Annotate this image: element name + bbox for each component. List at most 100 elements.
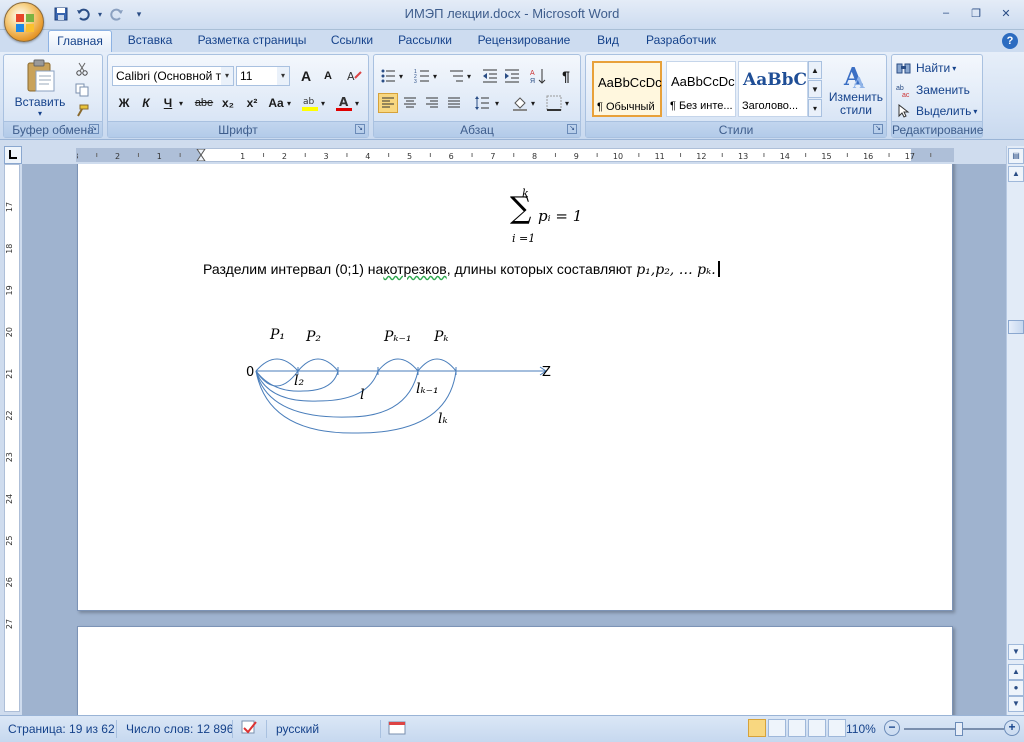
document-page-next[interactable] (77, 626, 953, 715)
save-icon[interactable] (52, 5, 70, 23)
customize-qat-icon[interactable]: ▾ (130, 5, 148, 23)
font-size-combo[interactable]: 11 ▾ (236, 66, 290, 86)
vertical-ruler[interactable]: 17 18 19 20 21 22 23 24 25 26 27 (4, 164, 20, 712)
tab-home[interactable]: Главная (48, 30, 112, 52)
font-color-icon[interactable]: A (334, 93, 354, 113)
tab-developer[interactable]: Разработчик (638, 30, 724, 52)
office-button[interactable] (4, 2, 44, 42)
superscript-button[interactable]: x² (242, 93, 262, 113)
document-area[interactable]: k ∑ i =1 pᵢ = 1 Разделим интервал (0;1) … (22, 164, 1006, 715)
previous-page-icon[interactable]: ▲ (1008, 664, 1024, 680)
tab-page-layout[interactable]: Разметка страницы (192, 30, 312, 52)
style-no-spacing[interactable]: AaBbCcDc ¶ Без инте... (666, 61, 736, 117)
close-button[interactable]: ✕ (992, 4, 1020, 22)
restore-button[interactable]: ❐ (962, 4, 990, 22)
tab-view[interactable]: Вид (590, 30, 626, 52)
body-paragraph[interactable]: Разделим интервал (0;1) накотрезков, дли… (203, 261, 720, 278)
numbering-icon[interactable]: 123 (412, 66, 432, 86)
shading-dropdown-icon[interactable]: ▾ (528, 93, 538, 113)
tab-selector[interactable] (4, 146, 22, 164)
undo-icon[interactable] (74, 5, 92, 23)
font-color-dropdown-icon[interactable]: ▾ (352, 93, 362, 113)
clear-formatting-icon[interactable]: A (344, 66, 364, 86)
increase-indent-icon[interactable] (502, 66, 522, 86)
print-layout-view-icon[interactable] (748, 719, 766, 737)
strikethrough-button[interactable]: abe (194, 93, 214, 113)
scroll-up-icon[interactable]: ▲ (1008, 166, 1024, 182)
line-spacing-dropdown-icon[interactable]: ▾ (492, 93, 502, 113)
highlight-dropdown-icon[interactable]: ▾ (318, 93, 328, 113)
line-spacing-icon[interactable] (472, 93, 492, 113)
copy-icon[interactable] (72, 80, 92, 100)
bullets-icon[interactable] (378, 66, 398, 86)
bold-button[interactable]: Ж (114, 93, 134, 113)
document-page[interactable]: k ∑ i =1 pᵢ = 1 Разделим интервал (0;1) … (77, 164, 953, 611)
language-indicator[interactable]: русский (276, 722, 319, 736)
next-page-icon[interactable]: ▼ (1008, 696, 1024, 712)
scroll-down-icon[interactable]: ▼ (1008, 644, 1024, 660)
ruler-toggle-icon[interactable]: ▤ (1008, 148, 1024, 164)
shrink-font-button[interactable]: A (318, 66, 338, 86)
horizontal-ruler[interactable]: 3211234567891011121314151617 (76, 148, 954, 162)
zoom-level[interactable]: 110% (846, 722, 876, 736)
find-button[interactable]: Найти ▾ (896, 59, 956, 77)
proofing-icon[interactable] (240, 720, 258, 739)
styles-more-icon[interactable]: ▾ (808, 99, 822, 117)
italic-button[interactable]: К (136, 93, 156, 113)
full-screen-reading-view-icon[interactable] (768, 719, 786, 737)
macro-record-icon[interactable] (388, 720, 406, 739)
multilevel-list-icon[interactable] (446, 66, 466, 86)
underline-button[interactable]: Ч (158, 93, 178, 113)
web-layout-view-icon[interactable] (788, 719, 806, 737)
align-right-icon[interactable] (422, 93, 442, 113)
highlight-icon[interactable]: ab (300, 93, 320, 113)
subscript-button[interactable]: x₂ (218, 93, 238, 113)
tab-references[interactable]: Ссылки (324, 30, 380, 52)
borders-dropdown-icon[interactable]: ▾ (562, 93, 572, 113)
style-heading[interactable]: AaBbC Заголово... (738, 61, 808, 117)
zoom-slider-thumb[interactable] (955, 722, 963, 736)
bullets-dropdown-icon[interactable]: ▾ (396, 66, 406, 86)
help-icon[interactable]: ? (1002, 33, 1018, 49)
scrollbar-thumb[interactable] (1008, 320, 1024, 334)
clipboard-launcher-icon[interactable]: ↘ (89, 124, 99, 134)
vertical-scrollbar[interactable]: ▤ ▲ ▼ ▲ ● ▼ (1006, 146, 1024, 715)
change-case-dropdown-icon[interactable]: ▾ (284, 93, 294, 113)
select-button[interactable]: Выделить ▾ (896, 102, 977, 120)
styles-launcher-icon[interactable]: ↘ (873, 124, 883, 134)
replace-button[interactable]: ab ac Заменить (896, 81, 970, 99)
word-count[interactable]: Число слов: 12 896 (126, 722, 233, 736)
show-formatting-button[interactable]: ¶ (556, 66, 576, 86)
font-launcher-icon[interactable]: ↘ (355, 124, 365, 134)
numbering-dropdown-icon[interactable]: ▾ (430, 66, 440, 86)
page-count[interactable]: Страница: 19 из 62 (8, 722, 115, 736)
cut-icon[interactable] (72, 59, 92, 79)
redo-icon[interactable] (108, 5, 126, 23)
change-case-button[interactable]: Aa (266, 93, 286, 113)
sort-icon[interactable]: АЯ (528, 66, 548, 86)
underline-dropdown-icon[interactable]: ▾ (176, 93, 186, 113)
spelling-error-word[interactable]: котрезков (383, 261, 446, 277)
shading-icon[interactable] (510, 93, 530, 113)
align-center-icon[interactable] (400, 93, 420, 113)
decrease-indent-icon[interactable] (480, 66, 500, 86)
justify-icon[interactable] (444, 93, 464, 113)
paste-button[interactable]: Вставить ▾ (10, 57, 70, 119)
indent-marker[interactable] (196, 149, 206, 161)
paragraph-launcher-icon[interactable]: ↘ (567, 124, 577, 134)
minimize-button[interactable]: – (932, 4, 960, 22)
styles-scroll-down-icon[interactable]: ▼ (808, 80, 822, 98)
outline-view-icon[interactable] (808, 719, 826, 737)
tab-insert[interactable]: Вставка (120, 30, 180, 52)
browse-object-icon[interactable]: ● (1008, 680, 1024, 696)
font-name-combo[interactable]: Calibri (Основной те ▾ (112, 66, 234, 86)
style-normal[interactable]: AaBbCcDc ¶ Обычный (592, 61, 662, 117)
borders-icon[interactable] (544, 93, 564, 113)
zoom-in-icon[interactable]: + (1004, 720, 1020, 736)
zoom-slider-track[interactable] (904, 728, 1004, 730)
draft-view-icon[interactable] (828, 719, 846, 737)
grow-font-button[interactable]: A (296, 66, 316, 86)
align-left-icon[interactable] (378, 93, 398, 113)
zoom-out-icon[interactable]: − (884, 720, 900, 736)
change-styles-button[interactable]: A A Изменить стили (826, 57, 886, 121)
